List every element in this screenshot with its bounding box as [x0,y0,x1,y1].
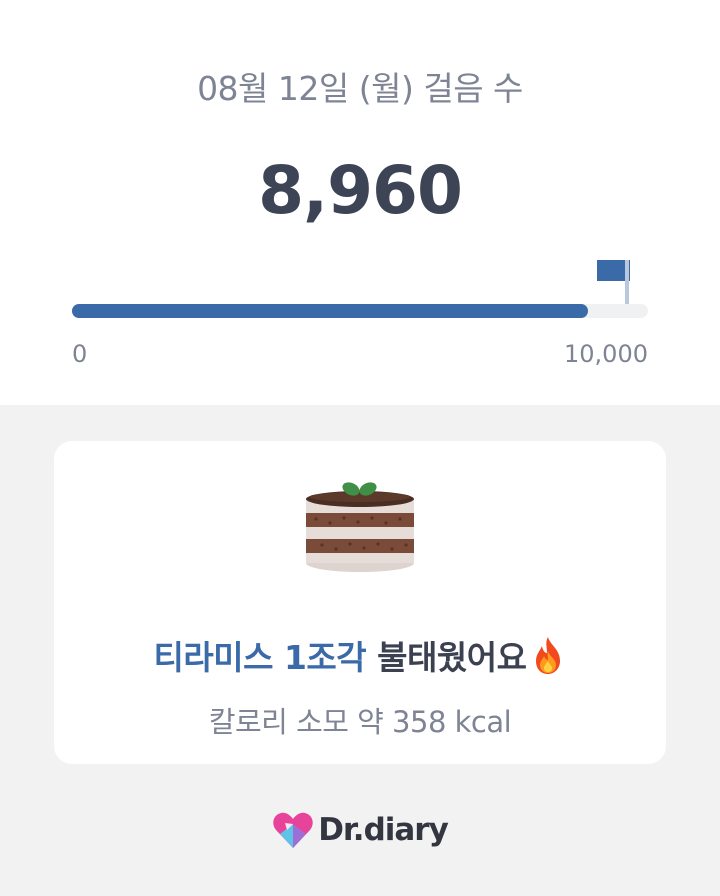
progress-min-label: 0 [72,340,88,368]
steps-summary-panel: 08월 12일 (월) 걸음 수 8,960 0 10,000 [0,0,720,405]
steps-progress-fill [72,304,589,318]
burn-summary-text: 티라미스 1조각 불태웠어요 [54,631,666,679]
progress-max-label: 10,000 [564,340,648,368]
step-count-value: 8,960 [258,152,463,229]
steps-date-title: 08월 12일 (월) 걸음 수 [197,69,523,108]
brand-name: Dr.diary [318,812,449,848]
goal-flag-icon [597,260,630,304]
brand-footer: Dr.diary [0,808,720,852]
steps-progress-bar [72,304,648,318]
burn-suffix: 불태웠어요 [366,638,527,677]
food-highlight: 티라미스 1조각 [153,638,367,677]
cake-icon [306,482,414,572]
heart-logo-icon [273,812,313,848]
fire-icon [536,637,561,674]
calorie-burn-card: 티라미스 1조각 불태웠어요 칼로리 소모 약 358 kcal [54,441,666,764]
calorie-burned-text: 칼로리 소모 약 358 kcal [208,705,512,739]
